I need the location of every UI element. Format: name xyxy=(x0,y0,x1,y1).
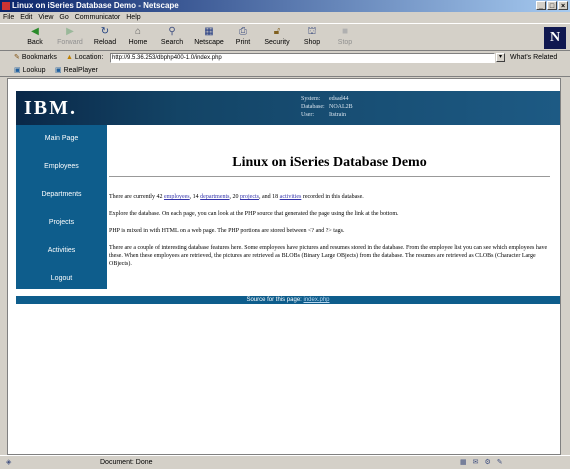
menu-help[interactable]: Help xyxy=(126,12,140,23)
back-button[interactable]: ◀ Back xyxy=(20,26,50,50)
close-icon[interactable]: × xyxy=(558,1,568,10)
location-label: ▲ Location: xyxy=(66,54,104,61)
features-paragraph: There are a couple of interesting databa… xyxy=(109,245,548,267)
reload-button[interactable]: ↻ Reload xyxy=(90,26,120,50)
bookmarks-button[interactable]: ✎ Bookmarks xyxy=(14,51,57,65)
realplayer-icon: ▣ xyxy=(55,67,62,74)
back-label: Back xyxy=(27,39,43,46)
system-info: System: edsad44 Database: NOAL2B User: Itst… xyxy=(301,95,353,119)
back-arrow-icon: ◀ xyxy=(31,26,39,37)
netscape-app-icon xyxy=(2,2,10,10)
window-controls: _ □ × xyxy=(536,1,568,10)
page-viewport: IBM. System: edsad44 Database: NOAL2B User… xyxy=(7,78,561,455)
search-button[interactable]: ⚲ Search xyxy=(157,26,187,50)
source-link[interactable]: index.php xyxy=(304,297,330,303)
title-divider xyxy=(109,176,550,177)
whats-related-button[interactable]: What's Related xyxy=(510,51,557,65)
system-value: edsad44 xyxy=(329,96,349,102)
netscape-button[interactable]: ▦ Netscape xyxy=(194,26,224,50)
activities-link[interactable]: activities xyxy=(280,194,302,200)
window-title-bar: Linux on iSeries Database Demo - Netscap… xyxy=(0,0,570,12)
netscape-icon: ▦ xyxy=(204,26,214,37)
home-icon: ⌂ xyxy=(134,26,142,37)
security-label: Security xyxy=(264,39,290,46)
page-title: Linux on iSeries Database Demo xyxy=(232,155,427,170)
shopping-bag-icon: ⛫ xyxy=(307,26,317,37)
shop-button[interactable]: ⛫ Shop xyxy=(297,26,327,50)
reload-icon: ↻ xyxy=(100,26,110,37)
status-text: Document: Done xyxy=(100,459,153,466)
bookmark-icon: ✎ xyxy=(14,54,20,61)
netscape-logo: N xyxy=(544,27,566,49)
ibm-logo: IBM. xyxy=(24,97,77,119)
page-footer: Source for this page: index.php xyxy=(16,296,560,304)
reload-label: Reload xyxy=(93,39,117,46)
user-value: Itstrain xyxy=(329,112,346,118)
sidebar-item-activities[interactable]: Activities xyxy=(16,237,107,265)
sidebar-item-employees[interactable]: Employees xyxy=(16,153,107,181)
database-value: NOAL2B xyxy=(329,104,353,110)
summary-paragraph: There are currently 42 employees, 14 dep… xyxy=(109,194,364,200)
sidebar-item-projects[interactable]: Projects xyxy=(16,209,107,237)
security-button[interactable]: 🔓︎ Security xyxy=(262,26,292,50)
stop-label: Stop xyxy=(337,39,353,46)
url-input[interactable]: http://9.5.36.253/dbphp400-1.0/index.php xyxy=(110,53,495,63)
location-bar: ✎ Bookmarks ▲ Location: http://9.5.36.25… xyxy=(0,51,570,65)
bookmarks-label: Bookmarks xyxy=(21,54,57,61)
realplayer-button[interactable]: ▣ RealPlayer xyxy=(55,65,98,77)
lock-icon: 🔓︎ xyxy=(273,26,281,37)
url-dropdown-icon[interactable]: ▾ xyxy=(496,53,505,62)
home-button[interactable]: ⌂ Home xyxy=(123,26,153,50)
search-label: Search xyxy=(160,39,184,46)
forward-button[interactable]: ▶ Forward xyxy=(55,26,85,50)
employees-link[interactable]: employees xyxy=(164,194,190,200)
window-title: Linux on iSeries Database Demo - Netscap… xyxy=(12,1,179,10)
shop-label: Shop xyxy=(303,39,321,46)
print-button[interactable]: ⎙ Print xyxy=(228,26,258,50)
projects-link[interactable]: projects xyxy=(240,194,259,200)
status-bar: ◈ Document: Done ▦✉⚙✎ xyxy=(0,455,570,469)
explore-paragraph: Explore the database. On each page, you … xyxy=(109,211,399,217)
sidebar-item-logout[interactable]: Logout xyxy=(16,265,107,293)
stop-icon: ■ xyxy=(341,26,349,37)
menu-communicator[interactable]: Communicator xyxy=(75,12,121,23)
menu-go[interactable]: Go xyxy=(59,12,68,23)
home-label: Home xyxy=(128,39,148,46)
page-header: IBM. System: edsad44 Database: NOAL2B User… xyxy=(16,91,560,125)
forward-arrow-icon: ▶ xyxy=(66,26,74,37)
maximize-icon[interactable]: □ xyxy=(547,1,557,10)
personal-toolbar: ▣ Lookup ▣ RealPlayer xyxy=(0,65,570,77)
user-label: User: xyxy=(301,112,314,118)
system-label: System: xyxy=(301,96,321,102)
printer-icon: ⎙ xyxy=(239,26,247,37)
source-label: Source for this page: xyxy=(246,297,302,303)
lookup-icon: ▣ xyxy=(14,67,21,74)
navigation-toolbar: ◀ Back ▶ Forward ↻ Reload ⌂ Home ⚲ Searc… xyxy=(0,23,570,51)
menu-view[interactable]: View xyxy=(38,12,53,23)
connection-icon: ◈ xyxy=(6,459,12,466)
print-label: Print xyxy=(235,39,251,46)
netscape-label: Netscape xyxy=(194,39,224,46)
menu-bar: File Edit View Go Communicator Help xyxy=(0,12,570,23)
stop-button[interactable]: ■ Stop xyxy=(330,26,360,50)
minimize-icon[interactable]: _ xyxy=(536,1,546,10)
lookup-button[interactable]: ▣ Lookup xyxy=(14,65,46,77)
component-bar-icons[interactable]: ▦✉⚙✎ xyxy=(460,456,509,469)
location-page-icon: ▲ xyxy=(66,54,73,61)
search-icon: ⚲ xyxy=(168,26,176,37)
menu-file[interactable]: File xyxy=(3,12,14,23)
menu-edit[interactable]: Edit xyxy=(20,12,32,23)
forward-label: Forward xyxy=(57,39,83,46)
sidebar-nav: Main Page Employees Departments Projects… xyxy=(16,125,107,289)
php-paragraph: PHP is mixed in with HTML on a web page.… xyxy=(109,228,345,234)
sidebar-item-main-page[interactable]: Main Page xyxy=(16,125,107,153)
database-label: Database: xyxy=(301,104,325,110)
sidebar-item-departments[interactable]: Departments xyxy=(16,181,107,209)
departments-link[interactable]: departments xyxy=(200,194,229,200)
